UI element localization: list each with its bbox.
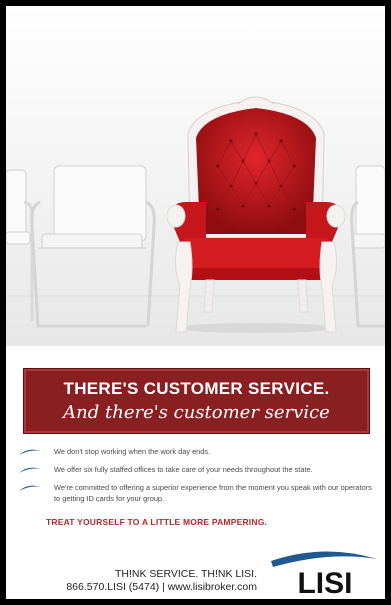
list-item: We're committed to offering a superior e…: [18, 482, 378, 504]
advertisement: THERE'S CUSTOMER SERVICE. And there's cu…: [6, 6, 385, 599]
swoosh-bullet-icon: [19, 485, 41, 492]
chairs-scene-image: [6, 6, 385, 346]
lisi-logo: LISI: [271, 551, 377, 597]
list-item: We don't stop working when the work day …: [18, 446, 378, 457]
swoosh-bullet-icon: [19, 449, 41, 455]
logo-wordmark: LISI: [297, 567, 352, 597]
list-item: We offer six fully staffed offices to ta…: [18, 464, 378, 475]
headline-banner: THERE'S CUSTOMER SERVICE. And there's cu…: [23, 368, 370, 434]
list-item-text: We don't stop working when the work day …: [54, 447, 211, 456]
list-item-text: We offer six fully staffed offices to ta…: [54, 465, 313, 475]
footer-slogan: TH!NK SERVICE. TH!NK LISI.: [115, 568, 257, 580]
tagline: TREAT YOURSELF TO A LITTLE MORE PAMPERIN…: [46, 517, 268, 527]
benefit-list: We don't stop working when the work day …: [18, 446, 378, 511]
footer-phone-web: 866.570.LISI (5474) | www.lisibroker.com: [66, 581, 257, 594]
list-item-text: We're committed to offering a superior e…: [54, 483, 372, 504]
logo-swoosh-icon: [271, 551, 377, 567]
footer-contact: TH!NK SERVICE. TH!NK LISI. 866.570.LISI …: [66, 568, 257, 594]
banner-subline: And there's customer service: [63, 402, 330, 423]
banner-headline: THERE'S CUSTOMER SERVICE.: [63, 379, 330, 398]
swoosh-bullet-icon: [19, 467, 41, 474]
